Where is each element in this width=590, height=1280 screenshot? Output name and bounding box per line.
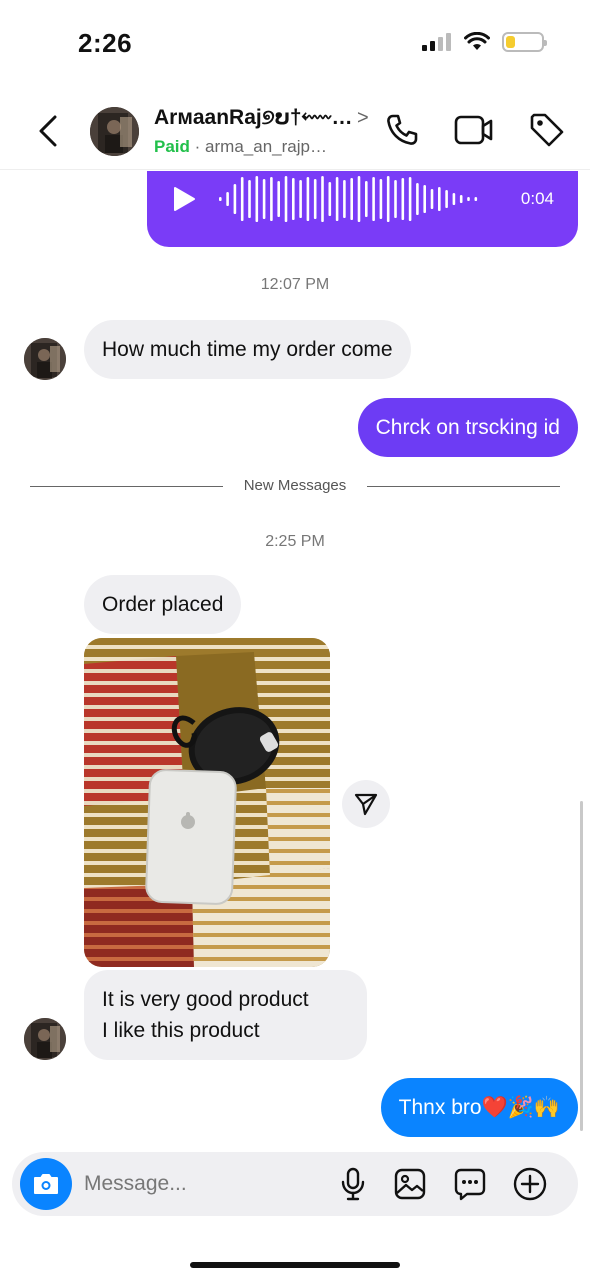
waveform-bar [438, 187, 441, 211]
waveform-bar [430, 189, 434, 209]
waveform-bar [350, 178, 353, 220]
microphone-icon [341, 1167, 365, 1201]
subtitle-separator: · [194, 137, 201, 156]
call-icon [387, 114, 418, 145]
waveform-bar [343, 180, 346, 218]
sticker-button[interactable] [452, 1166, 488, 1202]
waveform-bar [365, 181, 368, 217]
message-input[interactable] [84, 1168, 324, 1200]
outgoing-message[interactable]: Thnx bro❤️🎉🙌 [380, 1078, 578, 1137]
product-photo [84, 638, 330, 967]
contact-avatar[interactable] [90, 107, 139, 156]
battery-icon [502, 32, 547, 52]
sender-avatar[interactable] [24, 1018, 66, 1060]
divider-line-right [367, 486, 560, 487]
waveform-bar [321, 176, 324, 222]
waveform-bar [248, 180, 251, 218]
call-button[interactable] [382, 110, 422, 150]
incoming-message[interactable]: It is very good product I like this prod… [84, 970, 367, 1060]
waveform-bar [233, 184, 237, 214]
chevron-right-icon[interactable]: > [357, 107, 369, 130]
back-button[interactable] [30, 113, 66, 149]
outgoing-message[interactable]: Chrck on trscking id [357, 398, 578, 457]
message-line: It is very good product [102, 988, 309, 1011]
contact-subtitle: Paid · arma_an_rajp… [154, 137, 354, 157]
paid-badge: Paid [154, 137, 190, 156]
waveform-bar [328, 182, 332, 216]
waveform-bar [474, 197, 478, 201]
waveform-bar [394, 180, 397, 218]
tag-button[interactable] [527, 110, 567, 150]
waveform-bar [299, 180, 302, 218]
waveform-bar [335, 177, 339, 221]
waveform-bar [408, 177, 412, 221]
waveform-bar [306, 177, 310, 221]
waveform-bar [262, 179, 266, 219]
back-icon [39, 115, 57, 147]
message-thread[interactable]: 0:04 12:07 PM How much time my order com… [0, 171, 590, 1146]
wifi-icon [464, 32, 490, 50]
waveform-bar [386, 176, 390, 222]
waveform-bar [401, 178, 405, 220]
waveform-bar [313, 179, 317, 219]
play-icon[interactable] [171, 185, 197, 213]
cellular-signal-icon [422, 33, 451, 51]
status-time: 2:26 [78, 28, 133, 58]
waveform-bar [255, 176, 259, 222]
waveform-bar [226, 192, 229, 206]
status-bar: 2:26 [0, 0, 590, 90]
microphone-button[interactable] [335, 1166, 371, 1202]
waveform-bar [219, 197, 222, 201]
photo-message[interactable] [84, 638, 330, 967]
waveform-bar [423, 185, 426, 213]
waveform-bar [292, 178, 295, 220]
waveform-bar [445, 190, 448, 208]
voice-duration: 0:04 [520, 189, 554, 208]
waveform-bar [379, 179, 383, 219]
chat-header: ArмaanRaj୭ບ†⬳… > Paid · arma_an_rajp… [0, 95, 590, 170]
waveform-bar [459, 195, 463, 203]
gallery-icon [394, 1168, 426, 1200]
waveform-bar [277, 181, 280, 217]
video-call-icon [454, 115, 493, 145]
battery-level [506, 36, 515, 48]
sticker-icon [454, 1168, 486, 1201]
voice-message[interactable]: 0:04 [147, 171, 578, 247]
message-line: I like this product [102, 1019, 260, 1042]
contact-username: arma_an_rajp… [205, 137, 327, 156]
waveform-bar [467, 197, 470, 201]
video-call-button[interactable] [454, 110, 494, 150]
avatar-image [24, 338, 66, 380]
timestamp: 12:07 PM [260, 276, 330, 293]
incoming-message[interactable]: How much time my order come [84, 320, 411, 379]
thread-scrollbar[interactable] [580, 801, 583, 1131]
message-composer [12, 1152, 578, 1216]
home-indicator[interactable] [190, 1262, 400, 1268]
camera-icon [34, 1174, 58, 1194]
tag-icon [530, 113, 564, 147]
waveform-bar [270, 177, 273, 221]
waveform-bar [416, 183, 419, 215]
waveform[interactable] [219, 175, 489, 223]
sender-avatar[interactable] [24, 338, 66, 380]
send-icon [354, 793, 378, 816]
status-icons [422, 32, 547, 52]
incoming-message[interactable]: Order placed [84, 575, 242, 634]
new-messages-divider: New Messages [30, 477, 560, 497]
avatar-image [24, 1018, 66, 1060]
add-button[interactable] [512, 1166, 548, 1202]
timestamp: 2:25 PM [265, 533, 325, 550]
waveform-bar [357, 176, 361, 222]
waveform-bar [372, 177, 375, 221]
camera-button[interactable] [20, 1158, 72, 1210]
add-icon [513, 1167, 547, 1201]
gallery-button[interactable] [392, 1166, 428, 1202]
share-button[interactable] [342, 780, 390, 828]
contact-name[interactable]: ArмaanRaj୭ບ†⬳… [154, 105, 354, 130]
avatar-image [90, 107, 139, 156]
waveform-bar [240, 177, 244, 221]
waveform-bar [452, 193, 456, 205]
waveform-bar [284, 176, 288, 222]
